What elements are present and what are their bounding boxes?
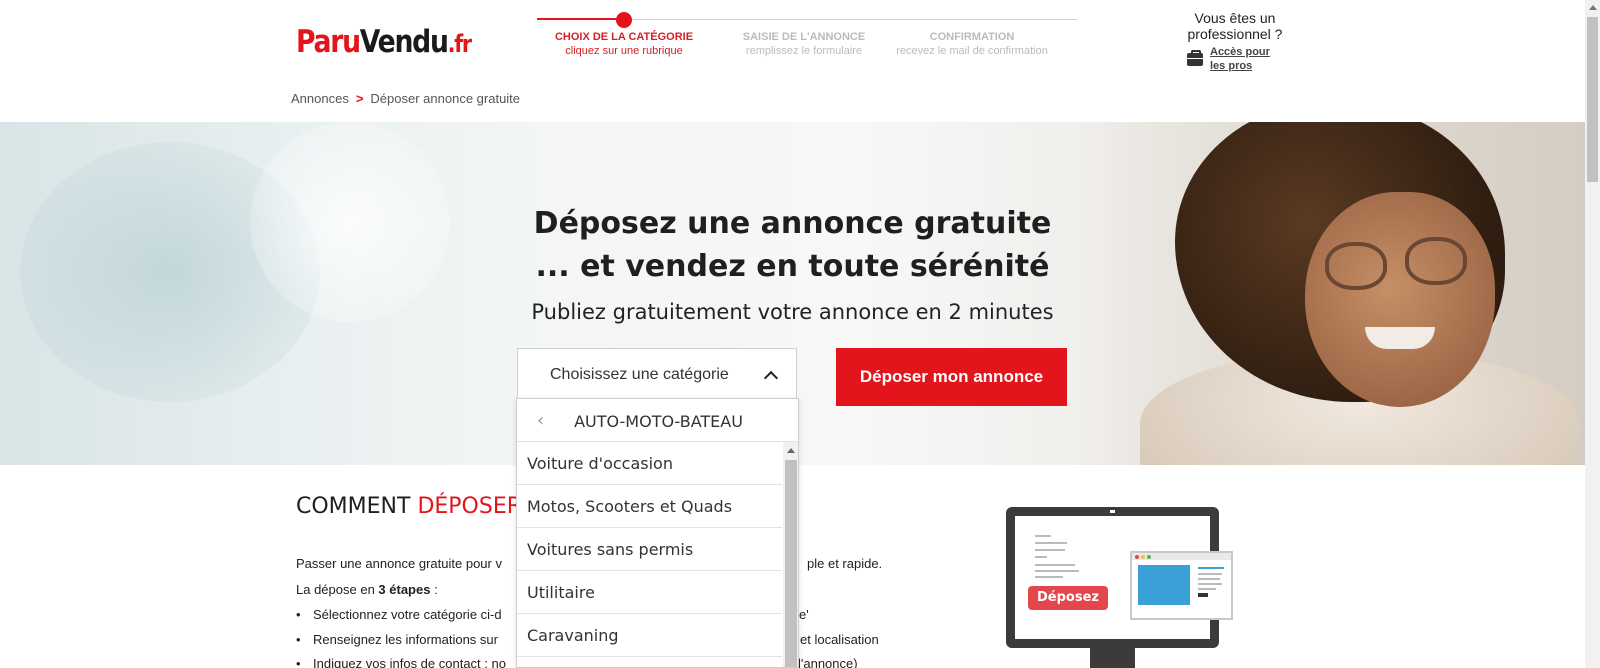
step-bullet-2-end: et localisation: [800, 632, 879, 647]
step-bullet-3-end: l'annonce): [798, 656, 858, 668]
steps-intro-colon: :: [434, 582, 438, 597]
bullet-text: Renseignez les informations sur: [313, 632, 498, 647]
category-select-label: Choisissez une catégorie: [550, 366, 729, 383]
step-title: CONFIRMATION: [929, 31, 1015, 43]
intro-paragraph: Passer une annonce gratuite pour v: [296, 556, 502, 571]
category-select[interactable]: Choisissez une catégorie: [517, 348, 797, 400]
how-to-title: COMMENT DÉPOSER: [296, 494, 522, 519]
bullet-text: Sélectionnez votre catégorie ci-d: [313, 607, 502, 622]
dropdown-item-motorbikes[interactable]: Motos, Scooters et Quads: [517, 485, 782, 528]
browser-window-illustration: [1130, 551, 1233, 620]
hero-woman-photo: [1080, 122, 1585, 465]
hero-title-line1: Déposez une annonce gratuite: [533, 206, 1052, 241]
dropdown-scrollbar[interactable]: [783, 442, 798, 667]
stepper-current-dot: [616, 12, 632, 28]
page-scrollbar-thumb[interactable]: [1587, 17, 1598, 182]
hero-subtitle: Publiez gratuitement votre annonce en 2 …: [531, 300, 1054, 324]
how-to-title-red: DÉPOSER: [417, 494, 523, 519]
dropdown-item-utility[interactable]: Utilitaire: [517, 571, 782, 614]
breadcrumb: Annonces > Déposer annonce gratuite: [291, 91, 520, 106]
breadcrumb-root[interactable]: Annonces: [291, 91, 349, 106]
step-title: CHOIX DE LA CATÉGORIE: [554, 31, 694, 43]
bullet-text: Indiquez vos infos de contact : no: [313, 656, 506, 668]
submit-ad-button[interactable]: Déposer mon annonce: [836, 348, 1067, 406]
dropdown-item-caravaning[interactable]: Caravaning: [517, 614, 782, 657]
dropdown-category-title: AUTO-MOTO-BATEAU: [574, 412, 743, 431]
step-bullet-1-end: e': [799, 607, 809, 622]
intro-paragraph-end: ple et rapide.: [807, 556, 883, 571]
category-dropdown: ‹ AUTO-MOTO-BATEAU Voiture d'occasion Mo…: [516, 398, 799, 668]
chevron-up-icon: [763, 370, 779, 386]
dropdown-item-license-free-cars[interactable]: Voitures sans permis: [517, 528, 782, 571]
step-subtitle: cliquez sur une rubrique: [565, 45, 683, 57]
steps-intro-text: La dépose en: [296, 582, 375, 597]
how-to-title-black: COMMENT: [296, 494, 411, 519]
breadcrumb-separator-icon: >: [355, 91, 364, 106]
steps-intro: La dépose en 3 étapes :: [296, 582, 438, 597]
step-confirmation: CONFIRMATION recevez le mail de confirma…: [887, 30, 1057, 58]
stepper-progress: [537, 18, 625, 20]
briefcase-icon: [1187, 50, 1203, 66]
step-ad-entry: SAISIE DE L'ANNONCE remplissez le formul…: [719, 30, 889, 58]
page-scrollbar[interactable]: [1585, 0, 1600, 668]
illustration-deposez-badge: Déposez: [1028, 586, 1108, 610]
breadcrumb-current: Déposer annonce gratuite: [370, 91, 521, 106]
dropdown-scrollbar-thumb[interactable]: [785, 460, 797, 667]
scroll-up-icon[interactable]: [787, 448, 795, 453]
step-title: SAISIE DE L'ANNONCE: [742, 31, 866, 43]
logo-part-vendu: Vendu: [359, 24, 449, 60]
logo-part-fr: .fr: [447, 30, 472, 58]
step-category: CHOIX DE LA CATÉGORIE cliquez sur une ru…: [539, 30, 709, 58]
step-subtitle: recevez le mail de confirmation: [896, 45, 1048, 57]
hero-title: Déposez une annonce gratuite ... et vend…: [0, 202, 1585, 288]
scroll-up-icon[interactable]: [1589, 5, 1597, 10]
monitor-stand: [1090, 648, 1135, 668]
steps-intro-bold: 3 étapes: [378, 582, 431, 597]
dropdown-item-used-car[interactable]: Voiture d'occasion: [517, 442, 782, 485]
dropdown-header: ‹ AUTO-MOTO-BATEAU: [517, 399, 798, 442]
dropdown-list: Voiture d'occasion Motos, Scooters et Qu…: [517, 442, 782, 657]
page: ParuVendu.fr CHOIX DE LA CATÉGORIE cliqu…: [0, 0, 1600, 668]
step-subtitle: remplissez le formulaire: [745, 45, 863, 57]
progress-stepper: CHOIX DE LA CATÉGORIE cliquez sur une ru…: [537, 10, 1077, 70]
pro-question: Vous êtes un professionnel ?: [1187, 10, 1283, 42]
logo-part-paru: Paru: [296, 24, 361, 60]
hero-title-line2: ... et vendez en toute sérénité: [535, 249, 1050, 284]
paruvendu-logo[interactable]: ParuVendu.fr: [296, 24, 472, 60]
pro-access-label[interactable]: Accès pour les pros: [1210, 45, 1280, 73]
